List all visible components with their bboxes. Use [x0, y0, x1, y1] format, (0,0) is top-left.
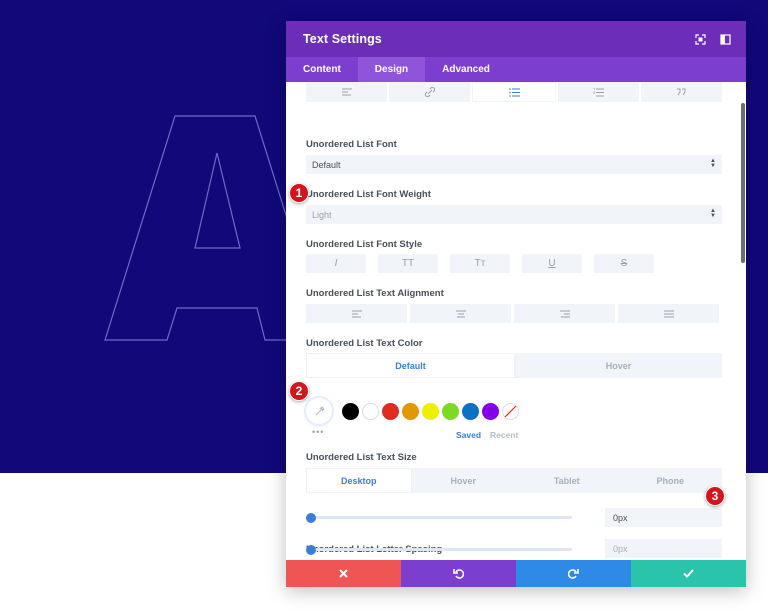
color-swatch[interactable]: [362, 403, 379, 420]
settings-scrollbar[interactable]: [741, 103, 745, 263]
color-swatch[interactable]: [422, 403, 439, 420]
align-center-icon: [455, 310, 466, 317]
color-swatch[interactable]: [382, 403, 399, 420]
font-select[interactable]: Default ▲ ▼: [306, 155, 722, 174]
letter-spacing-input[interactable]: 0px: [605, 539, 722, 558]
color-swatch[interactable]: [462, 403, 479, 420]
align-center-button[interactable]: [410, 304, 511, 323]
font-value: Default: [312, 159, 341, 170]
checkmark-icon: [683, 569, 694, 578]
modal-footer: [286, 560, 746, 587]
align-right-button[interactable]: [514, 304, 615, 323]
ordered-list-tab[interactable]: [557, 82, 639, 102]
unordered-list-icon: [508, 87, 520, 97]
annotation-badge-3: 3: [705, 486, 725, 506]
modal-title: Text Settings: [303, 32, 382, 46]
text-color-mode-tabs: Default Hover: [306, 353, 722, 378]
color-swatch[interactable]: [482, 403, 499, 420]
device-tab-tablet[interactable]: Tablet: [515, 468, 619, 493]
align-right-icon: [559, 310, 570, 317]
underline-button[interactable]: U: [522, 254, 582, 273]
eyedropper-icon: [315, 405, 325, 415]
paragraph-tab[interactable]: [306, 82, 388, 102]
settings-body: Unordered List Font Default ▲ ▼ Unordered…: [286, 82, 746, 560]
strikethrough-button[interactable]: S: [594, 254, 654, 273]
redo-icon: [568, 569, 579, 579]
tab-design[interactable]: Design: [357, 57, 426, 82]
no-color-icon: [504, 405, 517, 418]
color-picker-button[interactable]: [306, 398, 332, 424]
alignment-buttons: [306, 304, 720, 323]
link-icon: [424, 87, 435, 97]
device-tab-desktop[interactable]: Desktop: [306, 468, 412, 493]
select-arrows-icon: ▲ ▼: [710, 208, 716, 219]
color-swatch[interactable]: [442, 403, 459, 420]
clear-color-swatch[interactable]: [502, 403, 519, 420]
color-mode-default[interactable]: Default: [306, 353, 515, 378]
font-style-buttons: I TT Tт U S: [306, 254, 654, 273]
text-size-device-tabs: Desktop Hover Tablet Phone: [306, 468, 722, 493]
text-settings-modal: Text Settings Content Design Advanced Un…: [286, 21, 746, 587]
font-label: Unordered List Font: [306, 139, 397, 150]
more-swatches-icon[interactable]: •••: [312, 427, 324, 437]
text-color-label: Unordered List Text Color: [306, 338, 423, 349]
redo-button[interactable]: [516, 560, 631, 587]
font-weight-value: Light: [312, 209, 332, 220]
tab-advanced[interactable]: Advanced: [425, 57, 507, 82]
link-tab[interactable]: [389, 82, 471, 102]
text-size-slider-handle[interactable]: [306, 513, 316, 523]
modal-header: Text Settings: [286, 21, 746, 57]
color-mode-hover[interactable]: Hover: [515, 353, 722, 378]
annotation-badge-1: 1: [289, 183, 309, 203]
sidebar-toggle-icon[interactable]: [718, 32, 732, 46]
unordered-list-tab[interactable]: [472, 82, 556, 102]
font-style-label: Unordered List Font Style: [306, 239, 423, 250]
alignment-label: Unordered List Text Alignment: [306, 288, 444, 299]
device-tab-hover[interactable]: Hover: [412, 468, 516, 493]
text-size-input[interactable]: 0px: [605, 508, 722, 527]
color-swatch[interactable]: [342, 403, 359, 420]
tab-content[interactable]: Content: [286, 57, 358, 82]
undo-icon: [453, 569, 464, 579]
annotation-badge-2: 2: [289, 381, 309, 401]
font-weight-select[interactable]: Light ▲ ▼: [306, 205, 722, 224]
text-type-tabs: [306, 82, 723, 102]
select-arrows-icon: ▲ ▼: [710, 158, 716, 169]
align-justify-button[interactable]: [618, 304, 719, 323]
cancel-button[interactable]: [286, 560, 401, 587]
close-icon: [339, 569, 348, 578]
fullscreen-icon[interactable]: [693, 32, 707, 46]
align-left-icon: [341, 88, 352, 96]
modal-tabs: Content Design Advanced: [286, 57, 746, 82]
uppercase-button[interactable]: TT: [378, 254, 438, 273]
quote-icon: [677, 88, 686, 96]
text-size-slider[interactable]: [310, 516, 572, 519]
letter-spacing-slider[interactable]: [310, 548, 572, 551]
font-weight-label: Unordered List Font Weight: [306, 189, 431, 200]
smallcaps-button[interactable]: Tт: [450, 254, 510, 273]
quote-tab[interactable]: [640, 82, 723, 102]
color-swatch[interactable]: [402, 403, 419, 420]
saved-colors-tab[interactable]: Saved: [456, 430, 481, 440]
text-size-label: Unordered List Text Size: [306, 452, 417, 463]
align-left-button[interactable]: [306, 304, 407, 323]
save-button[interactable]: [631, 560, 746, 587]
recent-colors-tab[interactable]: Recent: [490, 430, 518, 440]
align-left-icon: [351, 310, 362, 317]
align-justify-icon: [663, 310, 674, 317]
ordered-list-icon: [592, 87, 604, 96]
letter-spacing-slider-handle[interactable]: [306, 545, 316, 555]
undo-button[interactable]: [401, 560, 516, 587]
italic-button[interactable]: I: [306, 254, 366, 273]
